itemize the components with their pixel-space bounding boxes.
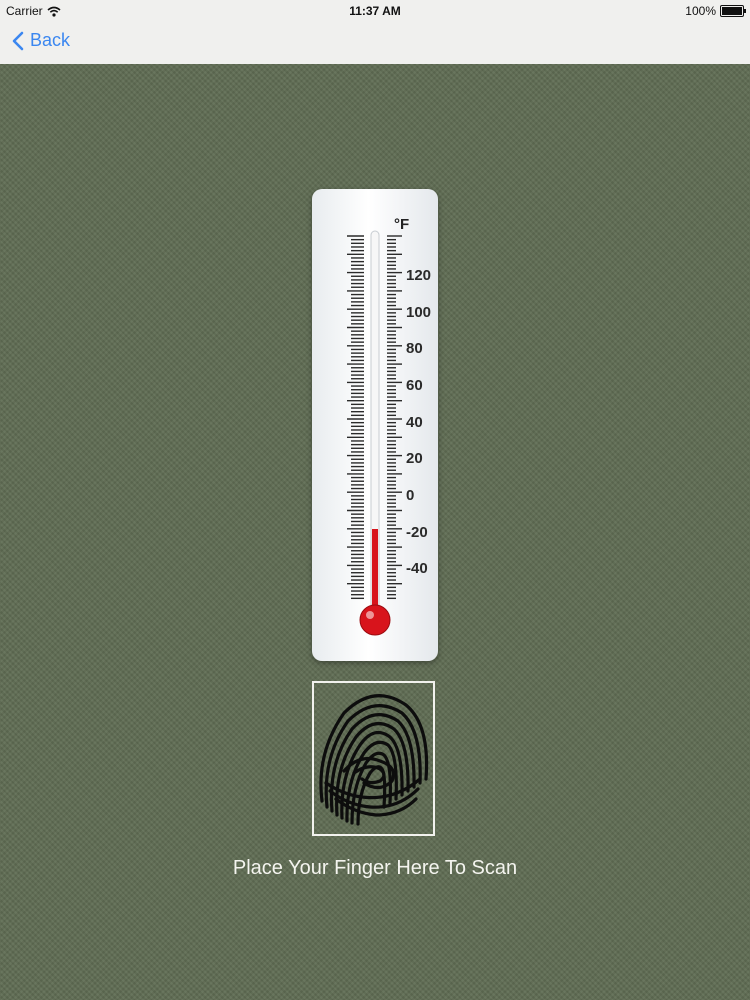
fingerprint-scanner[interactable] [312,681,435,836]
status-bar: Carrier 11:37 AM 100% [0,0,750,22]
thermometer: °F 120 100 80 60 40 20 0 -20 -40 [312,189,438,661]
bulb-highlight [366,611,374,619]
navigation-bar: Back [0,22,750,65]
status-time: 11:37 AM [349,4,401,18]
tick-label: 20 [406,450,423,468]
scan-instruction: Place Your Finger Here To Scan [232,857,518,879]
back-label: Back [30,30,71,50]
tick-label: -40 [406,560,428,578]
chevron-left-icon [12,31,24,50]
mercury-column [372,529,378,617]
tick-label: 80 [406,340,423,358]
mercury-bulb [359,604,391,636]
back-button[interactable]: Back [12,30,70,51]
battery-group: 100% [685,4,746,18]
tick-label: 40 [406,413,423,431]
battery-percent: 100% [685,4,716,18]
tick-label: 60 [406,377,423,394]
tick-label: 120 [406,267,432,284]
tick-label: 100 [406,303,432,321]
battery-icon [720,5,746,17]
tick-label: 0 [406,487,415,504]
fingerprint-icon [319,694,429,826]
tick-label: -20 [406,523,428,541]
main-content: °F 120 100 80 60 40 20 0 -20 -40 Place Your F [0,64,750,1000]
